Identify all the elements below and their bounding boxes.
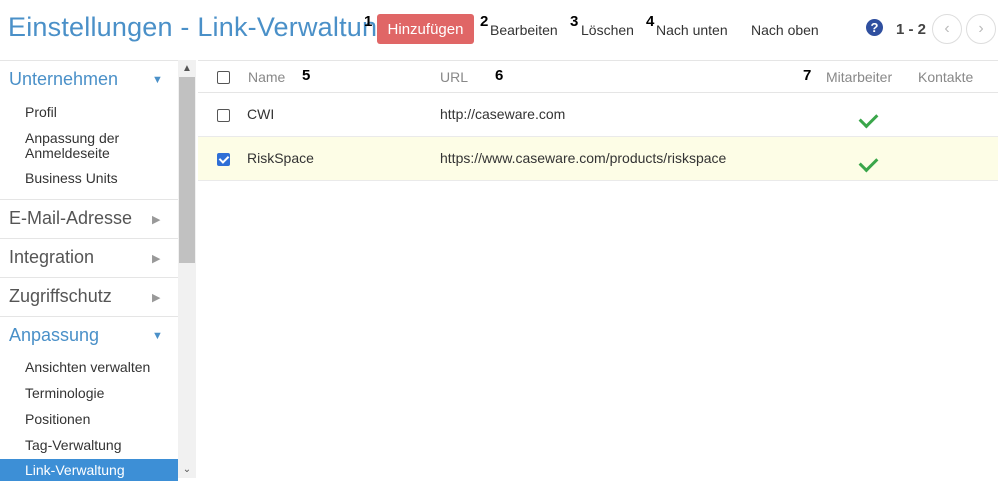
step-marker-2: 2	[480, 13, 489, 30]
sidebar-section-label: Unternehmen	[9, 69, 119, 89]
chevron-right-icon: ›	[978, 20, 984, 37]
table-header: Name 5 URL 6 7 Mitarbeiter Kontakte	[198, 60, 998, 93]
sidebar-item-anpassung-der-anmeldeseite[interactable]: Anpassung der Anmeldeseite	[25, 131, 175, 161]
table-row[interactable]: CWI http://caseware.com	[198, 93, 998, 137]
page-count: 1 - 2	[896, 21, 927, 38]
prev-page-button[interactable]: ‹	[932, 14, 962, 44]
sidebar-section-e-mail-adresse[interactable]: E-Mail-Adresse ▶	[0, 200, 178, 239]
page-title: Einstellungen - Link-Verwaltung	[8, 12, 393, 42]
checkmark-icon	[858, 152, 879, 173]
move-down-button[interactable]: Nach unten	[656, 22, 728, 38]
triangle-down-icon: ▼	[152, 74, 163, 86]
sidebar-section-integration[interactable]: Integration ▶	[0, 239, 178, 278]
column-header-url[interactable]: URL	[440, 69, 468, 85]
sidebar: Unternehmen ▼ Profil Anpassung der Anmel…	[0, 60, 178, 481]
move-up-button[interactable]: Nach oben	[751, 22, 819, 38]
triangle-right-icon: ▶	[152, 292, 161, 304]
step-marker-4: 4	[646, 13, 655, 30]
triangle-right-icon: ▶	[152, 214, 161, 226]
sidebar-item-tag-verwaltung[interactable]: Tag-Verwaltung	[25, 438, 175, 453]
sidebar-section-label: Integration	[9, 247, 95, 267]
column-header-name[interactable]: Name	[248, 69, 285, 85]
row-url[interactable]: http://caseware.com	[440, 106, 565, 122]
step-marker-5: 5	[302, 67, 311, 84]
edit-button[interactable]: Bearbeiten	[490, 22, 558, 38]
step-marker-3: 3	[570, 13, 579, 30]
scroll-up-arrow-icon[interactable]: ▲	[178, 60, 196, 77]
chevron-left-icon: ‹	[944, 20, 950, 37]
sidebar-item-terminologie[interactable]: Terminologie	[25, 386, 175, 401]
scrollbar-thumb[interactable]	[179, 77, 195, 263]
add-button[interactable]: Hinzufügen	[377, 14, 474, 44]
sidebar-item-business-units[interactable]: Business Units	[25, 171, 175, 186]
sidebar-section-anpassung[interactable]: Anpassung ▼	[0, 317, 178, 356]
row-url[interactable]: https://www.caseware.com/products/risksp…	[440, 150, 726, 166]
sidebar-section-zugriffschutz[interactable]: Zugriffschutz ▶	[0, 278, 178, 317]
sidebar-item-positionen[interactable]: Positionen	[25, 412, 175, 427]
next-page-button[interactable]: ›	[966, 14, 996, 44]
sidebar-section-label: E-Mail-Adresse	[9, 208, 133, 228]
row-checkbox[interactable]	[217, 109, 230, 122]
links-table: Name 5 URL 6 7 Mitarbeiter Kontakte CWI …	[198, 60, 998, 478]
row-name: RiskSpace	[247, 150, 314, 166]
table-row[interactable]: RiskSpace https://www.caseware.com/produ…	[198, 137, 998, 181]
triangle-right-icon: ▶	[152, 253, 161, 265]
scroll-down-arrow-icon[interactable]: ⌄	[178, 461, 196, 478]
row-name: CWI	[247, 106, 275, 122]
sidebar-section-unternehmen[interactable]: Unternehmen ▼	[0, 61, 178, 100]
select-all-checkbox[interactable]	[217, 71, 230, 84]
step-marker-7: 7	[803, 67, 812, 84]
column-header-mitarbeiter[interactable]: Mitarbeiter	[826, 69, 892, 85]
sidebar-section-label: Anpassung	[9, 325, 100, 345]
step-marker-6: 6	[495, 67, 504, 84]
triangle-down-icon: ▼	[152, 330, 163, 342]
sidebar-item-ansichten-verwalten[interactable]: Ansichten verwalten	[25, 360, 175, 375]
column-header-kontakte[interactable]: Kontakte	[918, 69, 973, 85]
checkmark-icon	[858, 108, 879, 129]
sidebar-scrollbar[interactable]: ▲ ⌄	[178, 60, 196, 478]
row-checkbox[interactable]	[217, 153, 230, 166]
sidebar-item-profil[interactable]: Profil	[25, 105, 175, 120]
help-icon[interactable]: ?	[866, 19, 883, 36]
step-marker-1: 1	[364, 13, 373, 30]
delete-button[interactable]: Löschen	[581, 22, 634, 38]
sidebar-section-label: Zugriffschutz	[9, 286, 112, 306]
